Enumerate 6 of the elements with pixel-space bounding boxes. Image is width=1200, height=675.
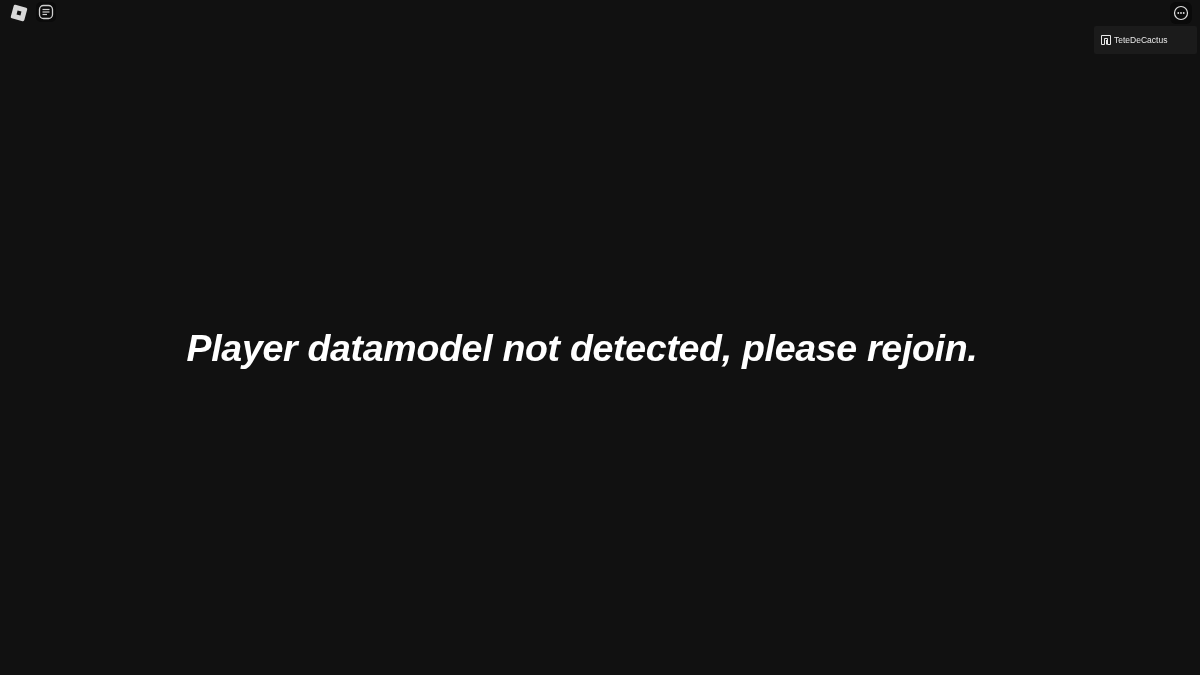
- chat-icon[interactable]: [36, 2, 56, 22]
- player-name[interactable]: TeteDeCactus: [1114, 35, 1168, 45]
- error-message: Player datamodel not detected, please rejoin.: [186, 327, 978, 370]
- more-options-icon[interactable]: [1170, 2, 1192, 24]
- roblox-logo-icon[interactable]: [10, 4, 28, 22]
- premium-badge-icon: [1101, 35, 1111, 45]
